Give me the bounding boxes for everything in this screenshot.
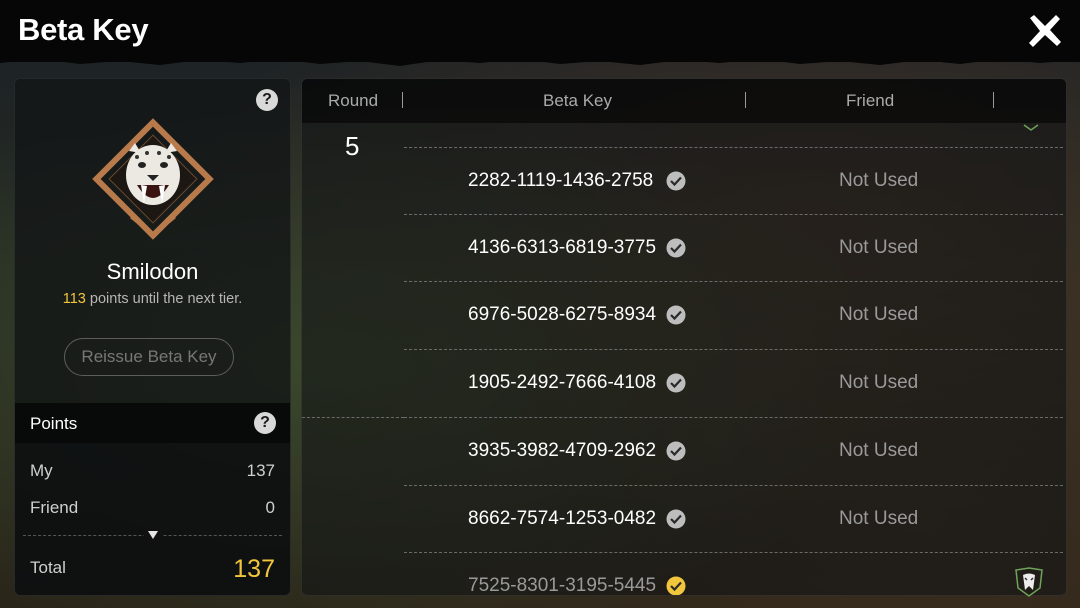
tier-name: Smilodon [106, 259, 199, 284]
check-icon [666, 373, 686, 393]
friend-status: Not Used [839, 372, 919, 393]
friend-status: Not Used [839, 440, 919, 461]
table-row[interactable]: 2282-1119-1436-2758 Not Used [404, 147, 1063, 214]
help-icon[interactable]: ? [256, 89, 278, 111]
check-icon [666, 441, 686, 461]
game-logo-icon [1015, 567, 1043, 597]
points-header: Points ? [15, 403, 290, 443]
my-points-label: My [30, 461, 53, 480]
beta-key-code: 8662-7574-1253-0482 [468, 508, 657, 529]
check-icon [666, 305, 686, 325]
round-divider [302, 417, 404, 418]
top-bar: Beta Key [0, 0, 1080, 62]
my-points-value: 137 [246, 461, 275, 480]
friend-points-label: Friend [30, 498, 79, 517]
beta-key-code: 7525-8301-3195-5445 [468, 575, 657, 596]
close-icon[interactable] [1024, 10, 1066, 52]
points-help-icon[interactable]: ? [254, 412, 276, 434]
scroll-indicator-icon [1023, 124, 1039, 131]
beta-key-code: 4136-6313-6819-3775 [468, 237, 657, 258]
beta-key-code: 2282-1119-1436-2758 [468, 170, 654, 191]
column-header-friend: Friend [846, 91, 895, 110]
column-divider [993, 92, 994, 108]
row-divider [404, 349, 1063, 350]
check-icon [666, 238, 686, 258]
points-needed-suffix: points until the next tier. [85, 291, 243, 307]
table-row[interactable]: 4136-6313-6819-3775 Not Used [404, 214, 1063, 281]
row-divider [404, 281, 1063, 282]
round-number: 5 [345, 131, 360, 161]
total-points-value: 137 [233, 555, 275, 583]
row-divider [404, 147, 1063, 148]
check-icon [666, 171, 686, 191]
beta-key-code: 1905-2492-7666-4108 [468, 372, 657, 393]
friend-status: Not Used [839, 304, 919, 325]
column-divider [745, 92, 746, 108]
check-icon [666, 509, 686, 529]
friend-status: Not Used [839, 508, 919, 529]
beta-key-code: 3935-3982-4709-2962 [468, 440, 657, 461]
total-points-label: Total [30, 558, 66, 577]
sabertooth-emblem-icon [92, 118, 214, 240]
points-title: Points [30, 414, 78, 433]
beta-key-code: 6976-5028-6275-8934 [468, 304, 657, 325]
check-used-icon [666, 576, 686, 595]
table-row[interactable]: 3935-3982-4709-2962 Not Used [404, 417, 1063, 484]
page-title: Beta Key [18, 12, 149, 47]
table-row[interactable]: 7525-8301-3195-5445 [404, 552, 1063, 596]
row-divider [404, 417, 1063, 418]
chevron-down-icon[interactable] [144, 528, 162, 542]
table-header: Round Beta Key Friend [302, 79, 1066, 123]
table-row[interactable]: 6976-5028-6275-8934 Not Used [404, 281, 1063, 348]
torn-edge [0, 54, 1080, 66]
beta-key-table: Round Beta Key Friend 5 2282-1119-1436-2… [301, 78, 1067, 596]
row-divider [404, 485, 1063, 486]
column-header-round: Round [328, 91, 379, 110]
tier-progress-text: 113 points until the next tier. [15, 291, 290, 307]
table-row[interactable]: 1905-2492-7666-4108 Not Used [404, 349, 1063, 416]
points-needed: 113 [62, 291, 86, 307]
row-divider [404, 214, 1063, 215]
row-divider [404, 552, 1063, 553]
column-header-beta-key: Beta Key [543, 91, 612, 110]
reissue-beta-key-button[interactable]: Reissue Beta Key [64, 338, 234, 376]
friend-status: Not Used [839, 237, 919, 258]
table-row[interactable]: 8662-7574-1253-0482 Not Used [404, 485, 1063, 552]
column-divider [402, 92, 403, 108]
points-box: Points ? My 137 Friend 0 Total 137 [15, 403, 290, 595]
tier-panel: ? Smilodon 113 points until the next tie… [14, 78, 291, 596]
friend-status: Not Used [839, 170, 919, 191]
friend-points-value: 0 [265, 498, 275, 517]
